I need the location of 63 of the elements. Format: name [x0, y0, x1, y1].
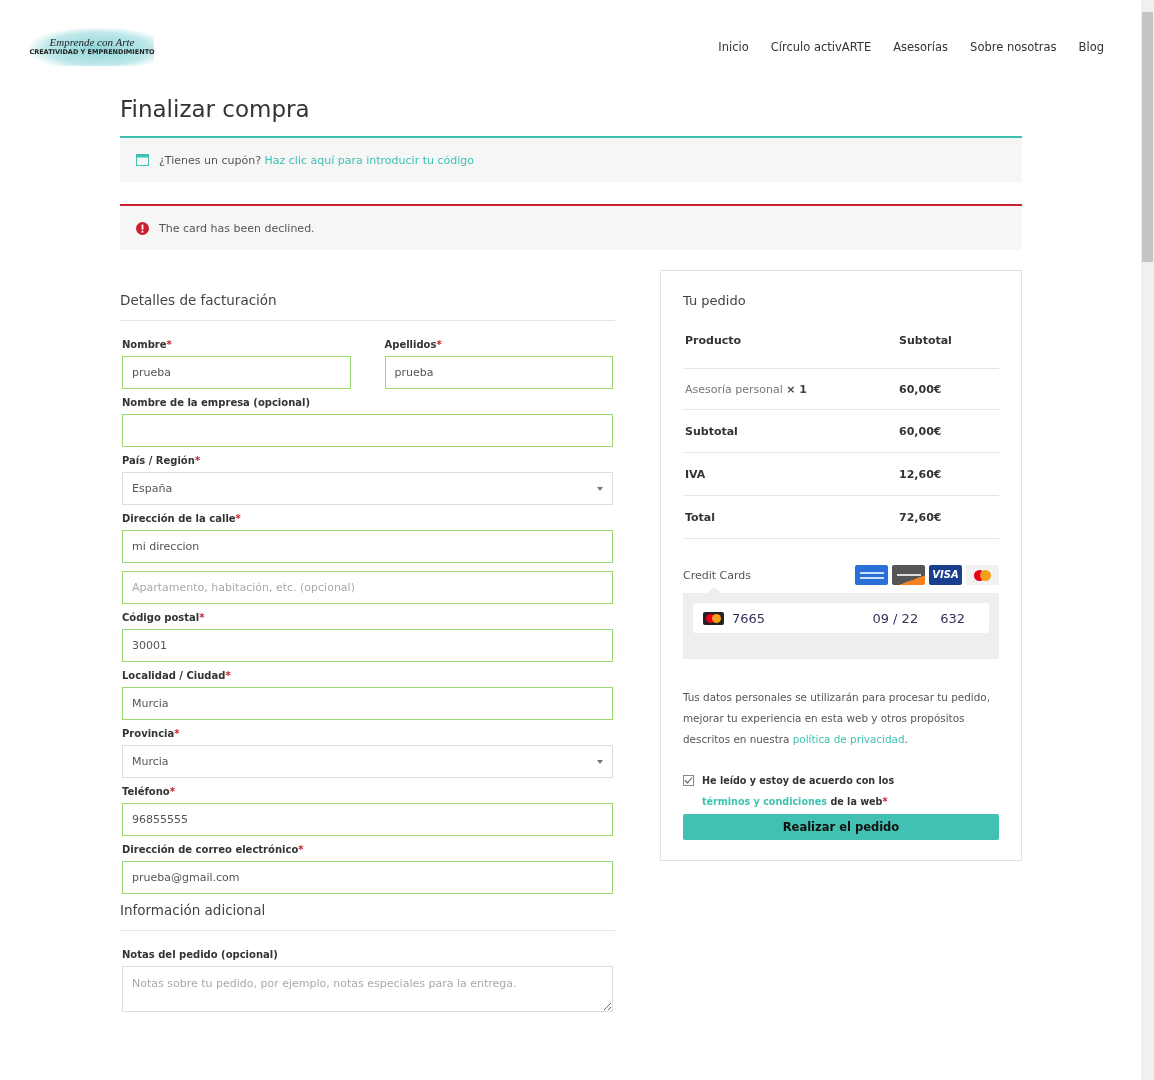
nav-link[interactable]: Asesorías	[893, 40, 949, 54]
card-logo-icon	[892, 565, 925, 585]
column-header: Producto	[685, 334, 743, 347]
card-circles-icon	[703, 611, 724, 625]
scrollbar-drawing[interactable]	[1141, 0, 1154, 1080]
field-label: Provincia*	[122, 728, 181, 739]
nav-link[interactable]: Blog	[1078, 40, 1104, 54]
card-number: 7665	[732, 610, 767, 626]
field-label: Nombre*	[122, 339, 173, 350]
field-label: Teléfono*	[122, 786, 176, 797]
caret-icon	[597, 486, 603, 491]
input-field[interactable]: prueba	[122, 356, 351, 389]
caret-icon	[597, 759, 603, 764]
product-name: Asesoría personal × 1	[685, 382, 808, 396]
table-cell-text: 60,00€	[899, 424, 943, 438]
total-label: IVA	[685, 467, 707, 481]
table-cell-text: 72,60€	[899, 510, 943, 524]
select-field[interactable]: Murcia	[122, 745, 613, 778]
field-label: Código postal*	[122, 612, 206, 623]
input-field[interactable]: Apartamento, habitación, etc. (opcional)	[122, 571, 613, 604]
payment-method-label: Credit Cards	[683, 568, 752, 582]
input-field[interactable]: Murcia	[122, 687, 613, 720]
field-label: Notas del pedido (opcional)	[122, 949, 279, 960]
section-title: Tu pedido	[683, 293, 747, 308]
error-icon	[136, 221, 149, 235]
input-field[interactable]	[122, 414, 613, 447]
select-field[interactable]: España	[122, 472, 613, 505]
privacy-text: Tus datos personales se utilizarán para procesar tu pedido, mejorar tu experiencia en esta web y otros propósitos descritos en nuestra política de privacidad.	[683, 690, 991, 747]
table-cell-text: 12,60€	[899, 467, 943, 481]
section-title: Detalles de facturación	[120, 292, 615, 321]
field-label: Apellidos*	[384, 339, 443, 350]
terms-text: He leído y estoy de acuerdo con los términos y condiciones de la web*	[702, 774, 896, 809]
field-label: País / Región*	[122, 455, 202, 466]
column-header: Subtotal	[899, 334, 953, 347]
card-expiry: 09 / 22	[872, 610, 919, 626]
input-field[interactable]: prueba	[384, 356, 613, 389]
field-label: Nombre de la empresa (opcional)	[122, 397, 312, 408]
field-label: Dirección de correo electrónico*	[122, 844, 305, 855]
card-circles-icon	[966, 565, 999, 585]
field-label: Dirección de la calle*	[122, 513, 242, 524]
textarea-field[interactable]: Notas sobre tu pedido, por ejemplo, notas especiales para la entrega.	[122, 966, 613, 1012]
field-label: Localidad / Ciudad*	[122, 670, 232, 681]
nav-link[interactable]: Sobre nosotras	[970, 40, 1057, 54]
nav-link[interactable]: Círculo activARTE	[770, 40, 872, 54]
notice-text: The card has been declined.	[159, 221, 315, 235]
input-field[interactable]: 96855555	[122, 803, 613, 836]
card-input-field[interactable]: 7665 09 / 22 632	[693, 603, 989, 633]
input-field[interactable]: mi direccion	[122, 530, 613, 563]
checkbox[interactable]	[683, 775, 694, 786]
window-icon	[136, 154, 149, 166]
place-order-button[interactable]: Realizar el pedido	[683, 814, 999, 840]
section-title: Información adicional	[120, 902, 615, 931]
card-cvc: 632	[940, 610, 965, 626]
nav-link[interactable]: Inicio	[718, 40, 749, 54]
input-field[interactable]: 30001	[122, 629, 613, 662]
notice-text: ¿Tienes un cupón? Haz clic aquí para introducir tu código	[159, 153, 474, 167]
input-field[interactable]: prueba@gmail.com	[122, 861, 613, 894]
page-title: Finalizar compra	[120, 96, 311, 122]
card-logo-icon	[855, 565, 888, 585]
total-label: Subtotal	[685, 424, 739, 438]
table-cell-text: 60,00€	[899, 382, 943, 396]
card-brand-logo: VISA	[929, 565, 962, 585]
total-label: Total	[685, 510, 717, 524]
